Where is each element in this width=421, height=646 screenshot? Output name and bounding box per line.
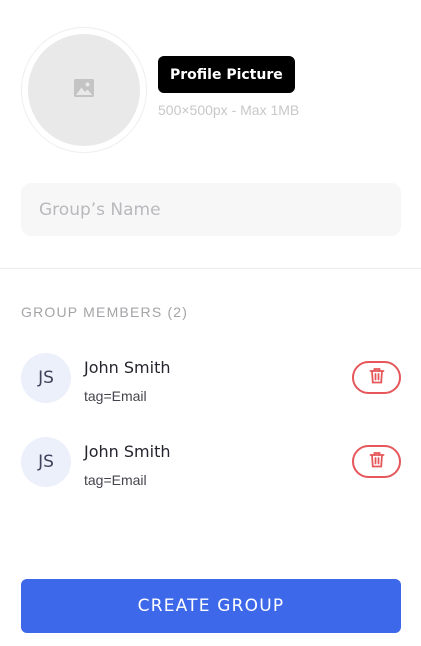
profile-picture-frame[interactable]	[21, 27, 147, 153]
member-tag: tag=Email	[84, 472, 147, 488]
member-name: John Smith	[84, 358, 171, 377]
group-name-input[interactable]	[21, 183, 401, 236]
divider	[0, 268, 421, 269]
member-name: John Smith	[84, 442, 171, 461]
group-members-title: GROUP MEMBERS (2)	[21, 304, 189, 320]
delete-member-button[interactable]	[352, 445, 401, 478]
member-avatar: JS	[21, 353, 71, 403]
trash-icon	[369, 367, 385, 389]
delete-member-button[interactable]	[352, 361, 401, 394]
trash-icon	[369, 451, 385, 473]
member-row: JS John Smith tag=Email	[21, 437, 401, 489]
member-avatar: JS	[21, 437, 71, 487]
profile-picture-button[interactable]: Profile Picture	[158, 56, 295, 93]
member-row: JS John Smith tag=Email	[21, 353, 401, 405]
member-tag: tag=Email	[84, 388, 147, 404]
create-group-button[interactable]: CREATE GROUP	[21, 579, 401, 633]
image-placeholder-icon	[74, 78, 94, 102]
profile-picture-hint: 500×500px - Max 1MB	[158, 102, 300, 118]
profile-picture-placeholder[interactable]	[28, 34, 140, 146]
